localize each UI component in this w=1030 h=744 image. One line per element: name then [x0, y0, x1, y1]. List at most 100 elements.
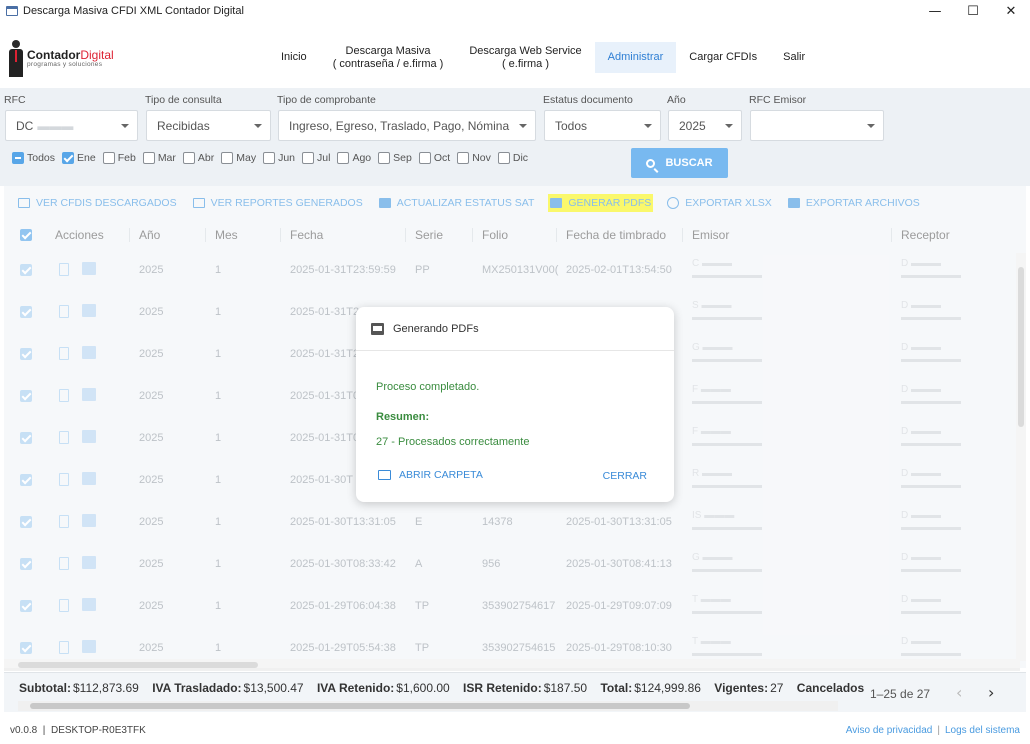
subtotal-value: $112,873.69: [73, 681, 139, 695]
logo-name-b: Digital: [80, 48, 114, 62]
isr-retenido-value: $187.50: [543, 681, 588, 695]
logo-tagline: programas y soluciones: [27, 61, 103, 68]
tipo-consulta-label: Tipo de consulta: [145, 94, 222, 106]
dialog-message: Proceso completado.: [376, 381, 480, 393]
app-header: ContadorDigital programas y soluciones I…: [0, 22, 1030, 88]
rfc-select[interactable]: DC ▬▬▬: [5, 110, 138, 141]
month-checkbox[interactable]: [102, 152, 115, 164]
month-ago[interactable]: Ago: [337, 152, 371, 164]
month-jun[interactable]: Jun: [263, 152, 295, 164]
folder-icon: [378, 470, 391, 480]
tipo-comprobante-label: Tipo de comprobante: [277, 94, 376, 106]
month-label: Ago: [352, 152, 372, 164]
pdf-icon: [371, 322, 384, 335]
estatus-label: Estatus documento: [543, 94, 633, 106]
dialog-title: Generando PDFs: [393, 322, 479, 335]
iva-retenido-value: $1,600.00: [396, 681, 450, 695]
month-sep[interactable]: Sep: [378, 152, 412, 164]
window-title: Descarga Masiva CFDI XML Contador Digita…: [23, 5, 244, 17]
month-checkbox[interactable]: [142, 152, 155, 164]
nav-descarga-web-service[interactable]: Descarga Web Service( e.firma ): [456, 42, 594, 73]
month-nov[interactable]: Nov: [457, 152, 491, 164]
minimize-button[interactable]: —: [916, 0, 954, 22]
estatus-select[interactable]: Todos: [544, 110, 661, 141]
nav-descarga-masiva[interactable]: Descarga Masiva( contraseña / e.firma ): [320, 42, 457, 73]
iva-trasladado-value: $13,500.47: [243, 681, 304, 695]
month-checkbox[interactable]: [378, 152, 391, 164]
month-checkbox[interactable]: [221, 152, 234, 164]
status-bar: v0.0.8 | DESKTOP-R0E3TFK Aviso de privac…: [10, 725, 1020, 736]
logo: ContadorDigital programas y soluciones: [8, 40, 114, 78]
search-button[interactable]: BUSCAR: [631, 148, 728, 178]
month-label: Todos: [27, 152, 56, 164]
generating-pdfs-dialog: Generando PDFs Proceso completado. Resum…: [356, 307, 674, 502]
tipo-consulta-select[interactable]: Recibidas: [146, 110, 271, 141]
month-oct[interactable]: Oct: [418, 152, 451, 164]
month-label: Abr: [197, 152, 215, 164]
month-label: May: [236, 152, 257, 164]
nav-salir[interactable]: Salir: [770, 42, 818, 73]
logo-name-a: Contador: [27, 48, 81, 62]
month-checkboxes: Todos Ene Feb Mar Abr May Jun Jul Ago Sep Oct Nov Di…: [12, 152, 535, 164]
logs-link[interactable]: Logs del sistema: [945, 725, 1020, 736]
month-label: Dic: [512, 152, 529, 164]
nav-administrar[interactable]: Administrar: [594, 42, 677, 73]
search-icon: [646, 158, 656, 168]
month-jul[interactable]: Jul: [302, 152, 330, 164]
anio-select[interactable]: 2025: [668, 110, 742, 141]
month-checkbox[interactable]: [302, 152, 315, 164]
month-label: Nov: [472, 152, 491, 164]
anio-label: Año: [667, 94, 686, 106]
app-icon: [6, 6, 18, 16]
nav-inicio[interactable]: Inicio: [268, 42, 320, 73]
logo-figure-icon: [8, 40, 24, 78]
month-checkbox[interactable]: [418, 152, 431, 164]
maximize-button[interactable]: ☐: [954, 0, 992, 22]
month-mar[interactable]: Mar: [142, 152, 176, 164]
host-label: DESKTOP-R0E3TFK: [50, 725, 146, 736]
month-checkbox[interactable]: [263, 152, 276, 164]
month-checkbox[interactable]: [457, 152, 470, 164]
month-label: Mar: [157, 152, 176, 164]
month-checkbox[interactable]: [62, 152, 75, 164]
month-dic[interactable]: Dic: [497, 152, 529, 164]
tipo-comprobante-select[interactable]: Ingreso, Egreso, Traslado, Pago, Nómina: [278, 110, 536, 141]
open-folder-button[interactable]: ABRIR CARPETA: [378, 469, 483, 481]
month-ene[interactable]: Ene: [62, 152, 96, 164]
month-label: Sep: [393, 152, 412, 164]
version-label: v0.0.8: [10, 725, 38, 736]
dialog-result: 27 - Procesados correctamente: [376, 436, 530, 448]
total-value: $124,999.86: [634, 681, 701, 695]
month-label: Oct: [433, 152, 451, 164]
window-controls: — ☐ ✕: [916, 0, 1030, 22]
rfc-emisor-select[interactable]: [750, 110, 884, 141]
pagination-label: 1–25 de 27: [870, 687, 931, 701]
month-checkbox[interactable]: [337, 152, 350, 164]
close-window-button[interactable]: ✕: [992, 0, 1030, 22]
prev-page-icon[interactable]: ‹: [956, 683, 962, 702]
month-todos[interactable]: Todos: [12, 152, 55, 164]
vigentes-value: 27: [770, 681, 784, 695]
nav-cargar-cfdis[interactable]: Cargar CFDIs: [676, 42, 770, 73]
filter-panel: RFC Tipo de consulta Tipo de comprobante…: [0, 88, 1030, 186]
next-page-icon[interactable]: ›: [988, 683, 994, 702]
totals-scrollbar[interactable]: [18, 701, 838, 711]
dialog-header: Generando PDFs: [356, 307, 674, 351]
privacy-link[interactable]: Aviso de privacidad: [846, 725, 933, 736]
totals-line: Subtotal: $112,873.69 IVA Trasladado: $13,…: [19, 681, 865, 695]
month-label: Feb: [117, 152, 136, 164]
month-checkbox[interactable]: [12, 152, 24, 164]
month-checkbox[interactable]: [182, 152, 195, 164]
month-may[interactable]: May: [221, 152, 256, 164]
rfc-emisor-label: RFC Emisor: [749, 94, 807, 106]
close-dialog-button[interactable]: CERRAR: [603, 470, 647, 482]
month-feb[interactable]: Feb: [102, 152, 136, 164]
month-label: Jun: [278, 152, 296, 164]
month-label: Jul: [317, 152, 331, 164]
rfc-label: RFC: [4, 94, 26, 106]
title-bar: Descarga Masiva CFDI XML Contador Digita…: [0, 0, 1030, 22]
month-abr[interactable]: Abr: [182, 152, 215, 164]
main-nav: Inicio Descarga Masiva( contraseña / e.f…: [268, 42, 818, 73]
month-checkbox[interactable]: [497, 152, 510, 164]
month-label: Ene: [77, 152, 96, 164]
